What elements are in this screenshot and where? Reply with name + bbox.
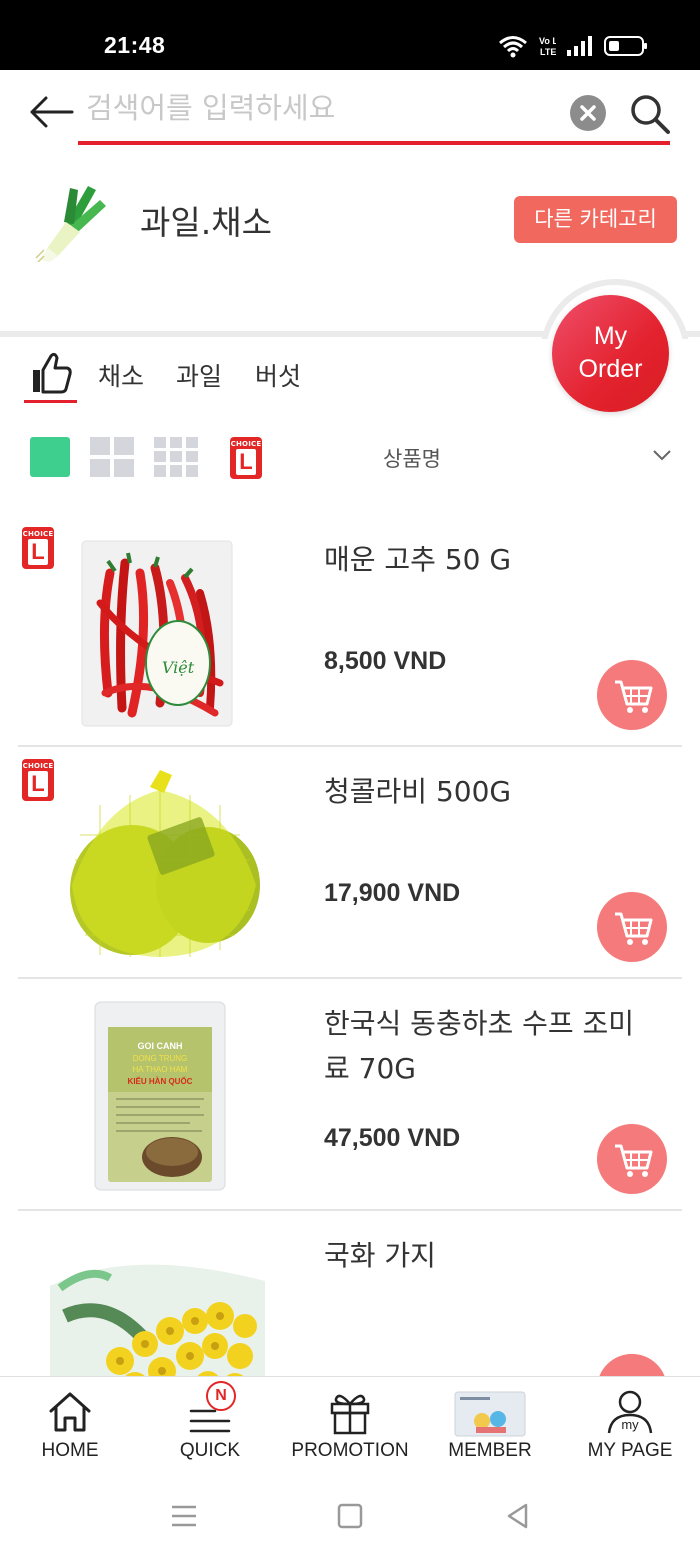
new-badge: N (206, 1381, 236, 1411)
status-icons: Vo LTE LTE (498, 34, 648, 58)
nav-quick[interactable]: N QUICK (140, 1377, 280, 1477)
choice-badge-icon: CHOICE L (22, 527, 54, 569)
back-arrow-icon[interactable] (26, 92, 76, 132)
nav-home-label: HOME (41, 1440, 99, 1461)
svg-text:KIỂU HÀN QUỐC: KIỂU HÀN QUỐC (128, 1076, 193, 1086)
recent-apps-icon[interactable] (166, 1498, 202, 1534)
nav-member[interactable]: MEMBER (420, 1377, 560, 1477)
sort-select[interactable]: 상품명 (383, 443, 441, 473)
search-underline (78, 141, 670, 145)
product-name[interactable]: 한국식 동충하초 수프 조미료 70G (324, 1001, 644, 1091)
svg-text:HA THAO HAM: HA THAO HAM (133, 1065, 188, 1074)
nav-promotion-label: PROMOTION (291, 1440, 409, 1461)
active-tab-indicator (24, 400, 77, 403)
product-image-chrysanthemum (50, 1264, 265, 1376)
back-button-icon[interactable] (500, 1498, 536, 1534)
category-header: 과일.채소 다른 카테고리 (0, 150, 700, 290)
product-image-chili-pepper: Việt (81, 540, 233, 727)
signal-icon (567, 36, 592, 56)
nav-home[interactable]: HOME (0, 1377, 140, 1477)
grid-2-view-icon[interactable] (90, 437, 134, 477)
chevron-down-icon[interactable] (652, 448, 672, 462)
nav-promotion[interactable]: PROMOTION (280, 1377, 420, 1477)
product-price: 47,500 VND (324, 1124, 461, 1152)
my-order-line2: Order (578, 355, 643, 383)
product-item[interactable]: 국화 가지 (18, 1211, 682, 1376)
wifi-icon (499, 36, 527, 58)
nav-member-label: MEMBER (448, 1440, 532, 1461)
add-to-cart-icon[interactable] (597, 1354, 667, 1376)
add-to-cart-icon[interactable] (597, 892, 667, 962)
thumbs-up-icon[interactable] (25, 350, 75, 396)
product-price: 8,500 VND (324, 647, 447, 675)
nav-mypage[interactable]: my MY PAGE (560, 1377, 700, 1477)
subcategory-tabs: 채소 과일 버섯 (0, 345, 540, 405)
status-time: 21:48 (104, 32, 166, 58)
product-image-soup-seasoning: GOI CANH DONG TRUNG HA THAO HAM KIỂU HÀN… (94, 1001, 226, 1191)
svg-text:GOI CANH: GOI CANH (138, 1041, 183, 1051)
volte-label: Vo LTE (539, 36, 556, 46)
battery-icon (604, 36, 647, 56)
membership-card-icon (454, 1391, 526, 1437)
svg-text:LTE: LTE (540, 47, 556, 57)
view-toolbar: CHOICE L 상품명 (0, 425, 700, 485)
volte-icon: Vo LTE LTE (539, 36, 556, 57)
add-to-cart-icon[interactable] (597, 1124, 667, 1194)
nav-quick-label: QUICK (179, 1440, 241, 1461)
choice-filter-icon[interactable]: CHOICE L (230, 437, 262, 479)
gift-icon (330, 1394, 370, 1435)
clear-icon[interactable] (570, 95, 606, 131)
product-name[interactable]: 청콜라비 500G (324, 769, 644, 814)
home-icon (49, 1392, 91, 1432)
product-name[interactable]: 국화 가지 (324, 1233, 644, 1278)
grid-3-view-icon[interactable] (154, 437, 198, 477)
product-item[interactable]: CHOICE L 청콜라비 500G 17,900 VND (18, 747, 682, 979)
svg-text:DONG TRUNG: DONG TRUNG (133, 1054, 188, 1063)
home-button-icon[interactable] (332, 1498, 368, 1534)
tab-fruit[interactable]: 과일 (176, 357, 222, 393)
nav-mypage-label: MY PAGE (587, 1440, 673, 1461)
product-name[interactable]: 매운 고추 50 G (324, 537, 644, 582)
product-item[interactable]: GOI CANH DONG TRUNG HA THAO HAM KIỂU HÀN… (18, 979, 682, 1211)
my-order-line1: My (593, 322, 628, 350)
add-to-cart-icon[interactable] (597, 660, 667, 730)
choice-badge-icon: CHOICE L (22, 759, 54, 801)
product-price: 17,900 VND (324, 879, 461, 907)
my-order-button[interactable]: My Order (552, 295, 669, 412)
user-icon-label: my (621, 1417, 639, 1432)
product-image-label: Việt (162, 658, 195, 677)
tab-mushroom[interactable]: 버섯 (255, 357, 301, 393)
search-icon[interactable] (628, 92, 672, 136)
system-nav (0, 1476, 700, 1556)
user-icon: my (607, 1390, 653, 1434)
tab-vegetable[interactable]: 채소 (98, 357, 144, 393)
single-view-icon[interactable] (30, 437, 70, 477)
other-category-button[interactable]: 다른 카테고리 (514, 196, 677, 243)
bottom-nav: HOME N QUICK PROMOTION MEMBER my MY PAGE (0, 1376, 700, 1476)
product-item[interactable]: CHOICE L Việt 매운 고추 50 G 8,500 VND (18, 515, 682, 747)
leek-icon (35, 186, 106, 262)
search-bar (0, 70, 700, 150)
search-input[interactable] (86, 84, 556, 132)
product-image-kohlrabi (70, 770, 260, 957)
status-bar: 21:48 Vo LTE LTE (0, 0, 700, 70)
category-title: 과일.채소 (140, 203, 272, 242)
